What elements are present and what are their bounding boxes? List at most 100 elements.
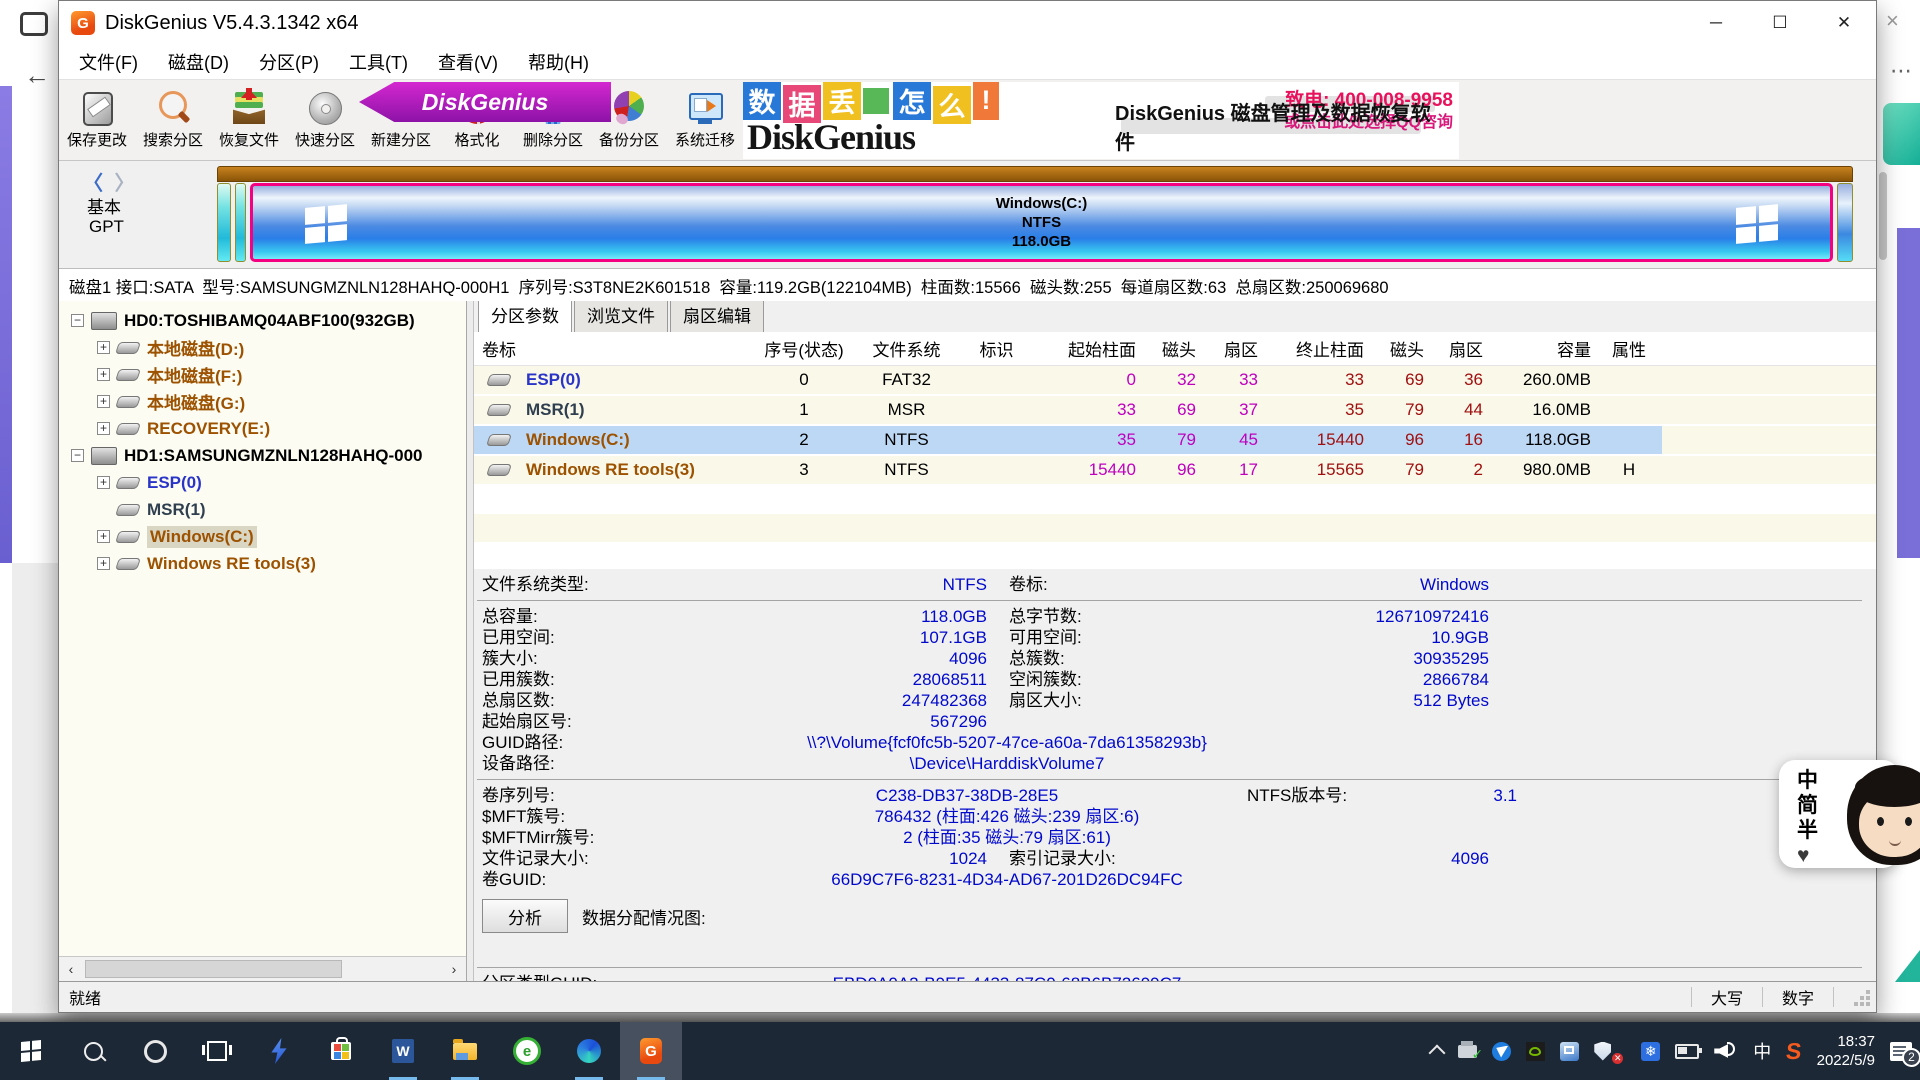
menu-file[interactable]: 文件(F) (79, 49, 138, 75)
taskbar-search-button[interactable] (62, 1022, 124, 1080)
analyze-button[interactable]: 分析 (482, 899, 568, 933)
col-filesystem[interactable]: 文件系统 (854, 336, 959, 361)
resize-grip[interactable] (1834, 982, 1876, 1012)
partition-icon (486, 434, 512, 446)
scroll-left-icon[interactable]: ‹ (59, 961, 83, 977)
background-left-lower (12, 563, 58, 1022)
file-explorer-button[interactable] (434, 1022, 496, 1080)
menu-partition[interactable]: 分区(P) (259, 49, 319, 75)
tree-item-local-f[interactable]: + 本地磁盘(F:) (59, 361, 466, 388)
tab-browse-files[interactable]: 浏览文件 (574, 301, 668, 332)
ime-language-indicator[interactable]: 中 (1753, 1038, 1771, 1064)
expander-icon[interactable]: + (97, 422, 110, 435)
tray-expand-icon[interactable] (1429, 1045, 1446, 1062)
col-start-cylinder[interactable]: 起始柱面 (1034, 336, 1144, 361)
pinned-app-button[interactable] (248, 1022, 310, 1080)
tree-item-hd1[interactable]: − HD1:SAMSUNGMZNLN128HAHQ-000 (59, 442, 466, 469)
diskgenius-taskbar-button[interactable]: G (620, 1022, 682, 1080)
menu-view[interactable]: 查看(V) (438, 49, 498, 75)
security-shield-icon[interactable] (1594, 1042, 1611, 1061)
table-row-esp[interactable]: ESP(0) 0 FAT32 0 32 33 33 69 36 260.0MB (474, 366, 1876, 396)
expander-icon[interactable]: − (71, 314, 84, 327)
table-row-msr[interactable]: MSR(1) 1 MSR 33 69 37 35 79 44 16.0MB (474, 396, 1876, 426)
expander-icon[interactable]: + (97, 476, 110, 489)
system-migration-button[interactable]: 系统迁移 (667, 82, 743, 158)
tree-item-windows-c[interactable]: + Windows(C:) (59, 523, 466, 550)
col-index-status[interactable]: 序号(状态) (754, 336, 854, 361)
start-button[interactable] (0, 1022, 62, 1080)
partition-block-msr[interactable] (235, 183, 246, 262)
maximize-button[interactable]: ☐ (1748, 1, 1812, 45)
quick-partition-button[interactable]: 快速分区 (287, 82, 363, 158)
word-button[interactable]: W (372, 1022, 434, 1080)
expander-icon[interactable]: + (97, 557, 110, 570)
close-button[interactable]: ✕ (1812, 1, 1876, 45)
disk-header-band (217, 166, 1853, 182)
tree-item-hd0[interactable]: − HD0:TOSHIBAMQ04ABF100(932GB) (59, 307, 466, 334)
col-end-head[interactable]: 磁头 (1372, 336, 1432, 361)
partition-block-esp[interactable] (217, 183, 231, 262)
nvidia-icon[interactable] (1526, 1042, 1545, 1061)
panel-splitter[interactable] (467, 301, 474, 981)
col-capacity[interactable]: 容量 (1491, 336, 1599, 361)
minimize-button[interactable]: ─ (1684, 1, 1748, 45)
tree-item-esp[interactable]: + ESP(0) (59, 469, 466, 496)
expander-icon[interactable]: + (97, 368, 110, 381)
background-close-icon[interactable]: × (1886, 8, 1899, 34)
empty-row (474, 486, 1876, 514)
menu-tools[interactable]: 工具(T) (349, 49, 408, 75)
tree-horizontal-scrollbar[interactable]: ‹ › (59, 956, 466, 981)
table-row-windows-c-selected[interactable]: Windows(C:) 2 NTFS 35 79 45 15440 96 16 … (474, 426, 1876, 456)
expander-icon[interactable]: + (97, 395, 110, 408)
col-attr[interactable]: 属性 (1599, 336, 1659, 361)
nav-right-icon[interactable]: 〉 (115, 173, 135, 195)
col-start-sector[interactable]: 扇区 (1204, 336, 1266, 361)
ad-diskgenius-logo: DiskGenius (747, 116, 915, 158)
battery-icon[interactable] (1675, 1044, 1699, 1059)
scrollbar-thumb[interactable] (85, 960, 342, 978)
background-more-icon[interactable]: ⋯ (1890, 58, 1912, 84)
menu-help[interactable]: 帮助(H) (528, 49, 589, 75)
recover-files-button[interactable]: 恢复文件 (211, 82, 287, 158)
sogou-icon[interactable]: S (1785, 1038, 1803, 1065)
edge-button[interactable] (558, 1022, 620, 1080)
scroll-right-icon[interactable]: › (442, 961, 466, 977)
partition-block-windows-c[interactable]: Windows(C:) NTFS 118.0GB (250, 183, 1833, 262)
table-row-windows-re[interactable]: Windows RE tools(3) 3 NTFS 15440 96 17 1… (474, 456, 1876, 486)
clock[interactable]: 18:37 2022/5/9 (1817, 1032, 1875, 1070)
bird-app-icon[interactable] (1492, 1042, 1511, 1061)
ad-banner[interactable]: 数 据 丢 怎 么 ! DiskGenius DiskGenius 致电: 40… (743, 82, 1459, 159)
browser-360-button[interactable]: e (496, 1022, 558, 1080)
expander-icon[interactable]: + (97, 530, 110, 543)
back-arrow-icon[interactable]: ← (24, 60, 50, 91)
intel-graphics-icon[interactable] (1560, 1042, 1579, 1061)
col-tag[interactable]: 标识 (959, 336, 1034, 361)
tree-item-windows-re[interactable]: + Windows RE tools(3) (59, 550, 466, 577)
tree-item-recovery-e[interactable]: + RECOVERY(E:) (59, 415, 466, 442)
col-start-head[interactable]: 磁头 (1144, 336, 1204, 361)
task-view-button[interactable] (186, 1022, 248, 1080)
tab-partition-params[interactable]: 分区参数 (478, 301, 572, 333)
menu-disk[interactable]: 磁盘(D) (168, 49, 229, 75)
printer-icon[interactable]: ✓ (1458, 1045, 1477, 1058)
col-volume-label[interactable]: 卷标 (474, 336, 754, 361)
expander-icon[interactable]: + (97, 341, 110, 354)
cortana-button[interactable] (124, 1022, 186, 1080)
tab-sector-edit[interactable]: 扇区编辑 (670, 301, 764, 332)
background-scrollbar-thumb[interactable] (1879, 172, 1887, 260)
expander-icon[interactable]: − (71, 449, 84, 462)
nav-left-icon[interactable]: 〈 (83, 173, 103, 195)
microsoft-store-button[interactable] (310, 1022, 372, 1080)
notification-center-icon[interactable]: 2 (1890, 1042, 1912, 1061)
snowflake-app-icon[interactable]: ❄ (1641, 1042, 1660, 1061)
tree-item-msr[interactable]: MSR(1) (59, 496, 466, 523)
partition-icon (486, 374, 512, 386)
tree-item-local-d[interactable]: + 本地磁盘(D:) (59, 334, 466, 361)
partition-block-re-tools[interactable] (1837, 183, 1853, 262)
volume-icon[interactable] (1714, 1042, 1738, 1060)
col-end-cylinder[interactable]: 终止柱面 (1266, 336, 1372, 361)
col-end-sector[interactable]: 扇区 (1432, 336, 1491, 361)
search-partition-button[interactable]: 搜索分区 (135, 82, 211, 158)
tree-item-local-g[interactable]: + 本地磁盘(G:) (59, 388, 466, 415)
save-changes-button[interactable]: 保存更改 (59, 82, 135, 158)
